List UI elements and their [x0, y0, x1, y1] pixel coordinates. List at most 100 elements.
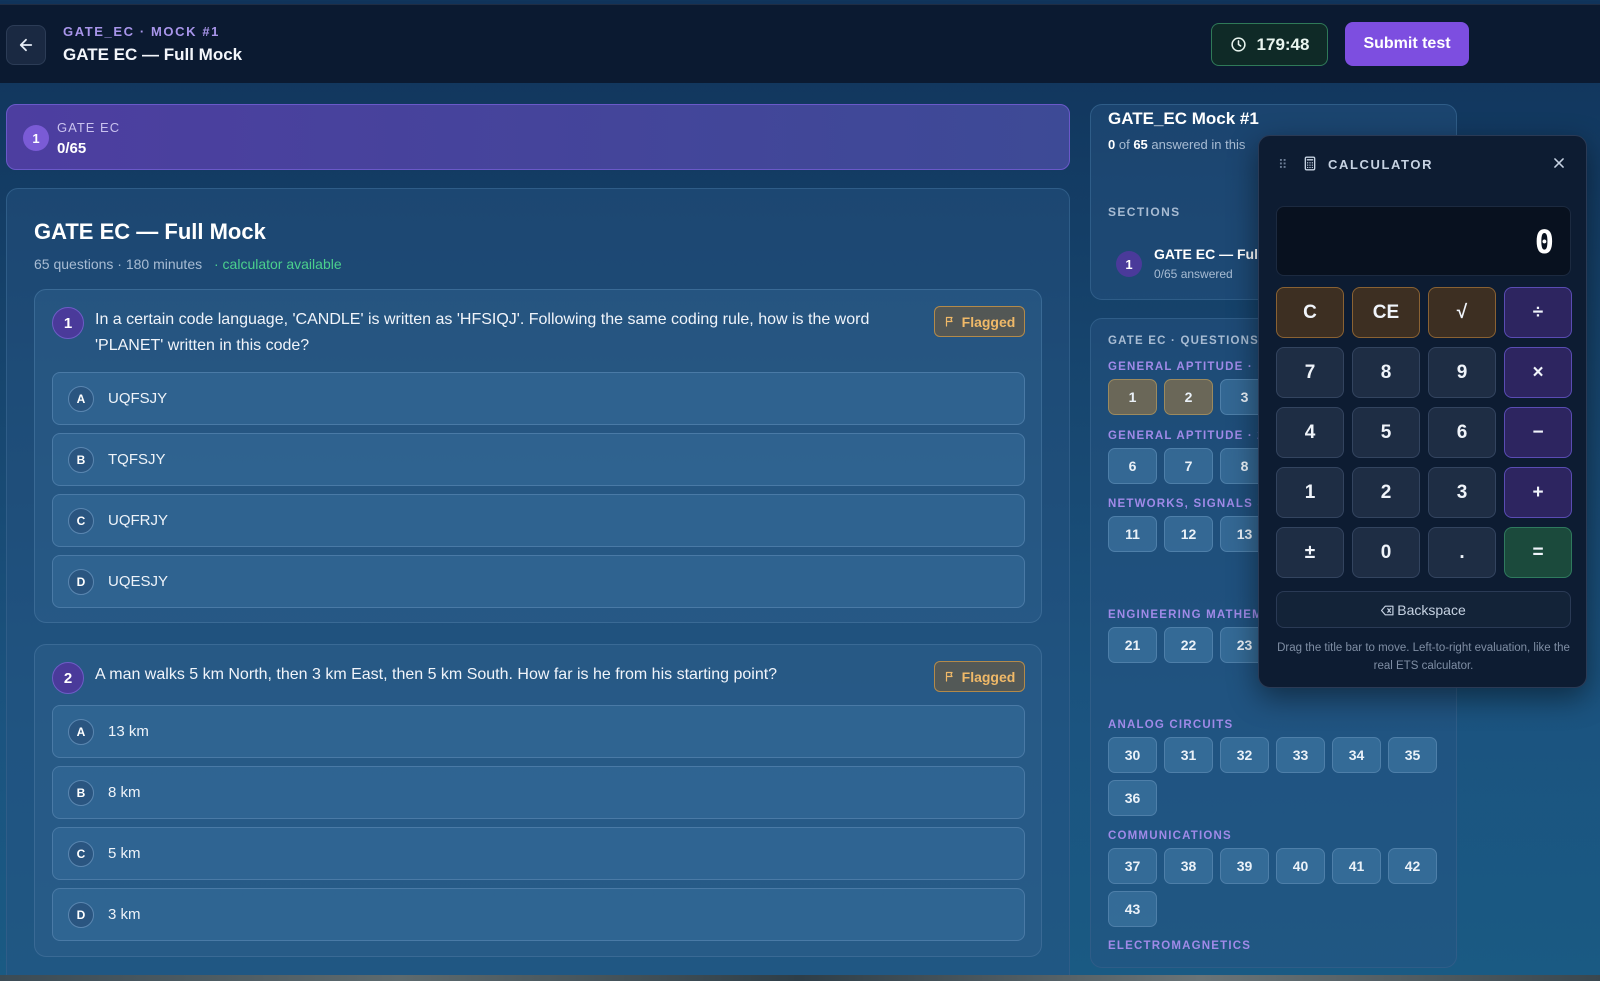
question-palette-button-43[interactable]: 43: [1108, 891, 1157, 927]
calculator-hint: Drag the title bar to move. Left-to-righ…: [1277, 642, 1570, 672]
option-letter: C: [68, 508, 94, 534]
question-palette-button-22[interactable]: 22: [1164, 627, 1213, 663]
drag-handle-icon[interactable]: ⠿: [1278, 157, 1288, 173]
palette-section-label: ANALOG CIRCUITS: [1108, 719, 1234, 731]
calc-key-decimal[interactable]: .: [1428, 527, 1496, 578]
option-text: 8 km: [108, 784, 141, 801]
calc-key-multiply[interactable]: ×: [1504, 347, 1572, 398]
calc-key-2[interactable]: 2: [1352, 467, 1420, 518]
option-letter: A: [68, 719, 94, 745]
question-palette-button-21[interactable]: 21: [1108, 627, 1157, 663]
palette-section-label: ENGINEERING MATHEMA: [1108, 609, 1273, 621]
question-palette-button-35[interactable]: 35: [1388, 737, 1437, 773]
flag-icon: [945, 316, 953, 327]
question-palette-button-41[interactable]: 41: [1332, 848, 1381, 884]
calc-key-5[interactable]: 5: [1352, 407, 1420, 458]
question-palette-button-42[interactable]: 42: [1388, 848, 1437, 884]
calc-key-3[interactable]: 3: [1428, 467, 1496, 518]
section-progress: 0/65: [57, 140, 87, 157]
calc-key-4[interactable]: 4: [1276, 407, 1344, 458]
question-palette-button-2[interactable]: 2: [1164, 379, 1213, 415]
option-text: 13 km: [108, 723, 149, 740]
question-palette-button-11[interactable]: 11: [1108, 516, 1157, 552]
palette-label: GATE EC · QUESTIONS: [1108, 335, 1260, 347]
test-meta-text: 65 questions · 180 minutes: [34, 256, 203, 272]
back-button[interactable]: [6, 25, 46, 65]
sections-label: SECTIONS: [1108, 205, 1181, 219]
question-palette-button-33[interactable]: 33: [1276, 737, 1325, 773]
option-c[interactable]: C UQFRJY: [52, 494, 1025, 547]
section-banner[interactable]: 1 GATE EC 0/65: [6, 104, 1070, 170]
calc-key-clear[interactable]: C: [1276, 287, 1344, 338]
calculator-title: CALCULATOR: [1328, 157, 1434, 172]
section-label: GATE EC: [57, 120, 121, 135]
option-letter: D: [68, 902, 94, 928]
questions-panel: GATE EC — Full Mock 65 questions · 180 m…: [6, 188, 1070, 981]
calculator-display: 0: [1276, 206, 1571, 276]
palette-section-label: COMMUNICATIONS: [1108, 830, 1232, 842]
question-palette-button-38[interactable]: 38: [1164, 848, 1213, 884]
palette-section-label: GENERAL APTITUDE · 1 I: [1108, 361, 1274, 373]
backspace-button[interactable]: Backspace: [1276, 591, 1571, 628]
question-palette-button-36[interactable]: 36: [1108, 780, 1157, 816]
question-palette-button-12[interactable]: 12: [1164, 516, 1213, 552]
backspace-icon: [1381, 605, 1394, 615]
flag-button[interactable]: Flagged: [934, 306, 1025, 337]
calc-key-add[interactable]: +: [1504, 467, 1572, 518]
option-c[interactable]: C 5 km: [52, 827, 1025, 880]
question-palette-button-37[interactable]: 37: [1108, 848, 1157, 884]
calculator-display-value: 0: [1534, 223, 1554, 261]
calc-key-equals[interactable]: =: [1504, 527, 1572, 578]
question-card: 1 In a certain code language, 'CANDLE' i…: [34, 289, 1042, 623]
mock-title: GATE_EC Mock #1: [1108, 109, 1259, 128]
question-palette-button-34[interactable]: 34: [1332, 737, 1381, 773]
flag-button[interactable]: Flagged: [934, 661, 1025, 692]
submit-test-button[interactable]: Submit test: [1345, 22, 1469, 66]
option-a[interactable]: A 13 km: [52, 705, 1025, 758]
question-palette-button-32[interactable]: 32: [1220, 737, 1269, 773]
calc-key-clear-entry[interactable]: CE: [1352, 287, 1420, 338]
calc-key-negate[interactable]: ±: [1276, 527, 1344, 578]
page-title: GATE EC — Full Mock: [63, 45, 243, 64]
calculator-icon: [1304, 156, 1316, 171]
question-text: A man walks 5 km North, then 3 km East, …: [95, 666, 778, 683]
calculator-window[interactable]: ⠿ CALCULATOR 0 Backspace Drag the title …: [1258, 135, 1587, 688]
palette-section-label: ELECTROMAGNETICS: [1108, 940, 1252, 952]
calc-key-9[interactable]: 9: [1428, 347, 1496, 398]
calc-key-7[interactable]: 7: [1276, 347, 1344, 398]
question-palette-button-1[interactable]: 1: [1108, 379, 1157, 415]
option-text: UQESJY: [108, 573, 169, 590]
close-icon[interactable]: [1546, 151, 1572, 177]
calc-key-1[interactable]: 1: [1276, 467, 1344, 518]
option-d[interactable]: D UQESJY: [52, 555, 1025, 608]
calc-key-divide[interactable]: ÷: [1504, 287, 1572, 338]
question-palette-button-31[interactable]: 31: [1164, 737, 1213, 773]
option-b[interactable]: B 8 km: [52, 766, 1025, 819]
desktop-background-strip: [0, 975, 1600, 981]
palette-section-label: GENERAL APTITUDE · 2: [1108, 430, 1265, 442]
option-b[interactable]: B TQFSJY: [52, 433, 1025, 486]
question-palette-button-7[interactable]: 7: [1164, 448, 1213, 484]
calc-key-6[interactable]: 6: [1428, 407, 1496, 458]
calc-key-0[interactable]: 0: [1352, 527, 1420, 578]
question-text: In a certain code language, 'CANDLE' is …: [95, 311, 870, 354]
question-palette-button-40[interactable]: 40: [1276, 848, 1325, 884]
total-count: 65: [1133, 137, 1148, 152]
calc-key-8[interactable]: 8: [1352, 347, 1420, 398]
test-title: GATE EC — Full Mock: [34, 219, 266, 244]
option-d[interactable]: D 3 km: [52, 888, 1025, 941]
clock-icon: [1230, 37, 1246, 52]
question-palette-button-39[interactable]: 39: [1220, 848, 1269, 884]
question-palette-button-6[interactable]: 6: [1108, 448, 1157, 484]
calc-key-subtract[interactable]: −: [1504, 407, 1572, 458]
option-a[interactable]: A UQFSJY: [52, 372, 1025, 425]
option-text: UQFRJY: [108, 512, 168, 529]
answered-suffix: answered in this: [1151, 137, 1246, 152]
option-letter: C: [68, 841, 94, 867]
section-number: 1: [23, 125, 49, 151]
option-text: 5 km: [108, 845, 141, 862]
calc-key-sqrt[interactable]: √: [1428, 287, 1496, 338]
option-letter: D: [68, 569, 94, 595]
backspace-label: Backspace: [1397, 601, 1466, 618]
question-palette-button-30[interactable]: 30: [1108, 737, 1157, 773]
